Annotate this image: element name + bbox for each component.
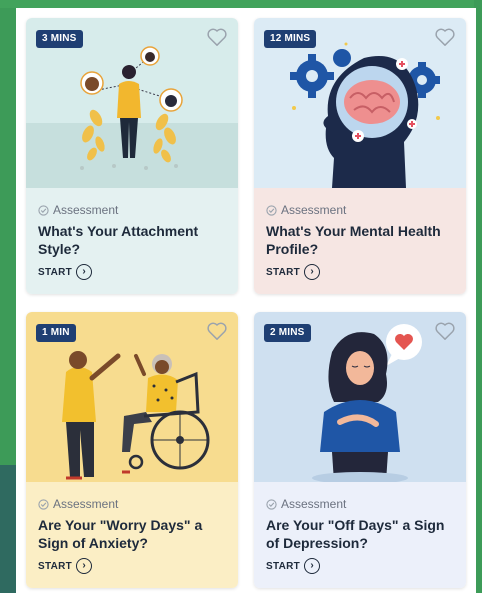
card-title[interactable]: What's Your Attachment Style?	[38, 222, 226, 258]
check-circle-icon	[38, 204, 49, 216]
heart-outline-icon[interactable]	[434, 27, 456, 47]
card-title[interactable]: Are Your "Off Days" a Sign of Depression…	[266, 516, 454, 552]
assessment-type-label: Assessment	[53, 497, 119, 511]
assessment-type: Assessment	[38, 496, 226, 512]
assessment-card-depression[interactable]: 2 MINS Assessment Are Your "Off Days" a …	[254, 312, 466, 588]
assessment-type: Assessment	[38, 202, 226, 218]
start-button[interactable]: START ›	[266, 264, 454, 280]
assessment-grid: 3 MINS Assessment What's Your Attachment…	[16, 8, 476, 593]
background-band-top	[0, 0, 482, 8]
assessment-type-label: Assessment	[53, 203, 119, 217]
start-label: START	[266, 266, 301, 278]
duration-badge: 3 MINS	[36, 30, 83, 48]
heart-outline-icon[interactable]	[434, 321, 456, 341]
start-label: START	[38, 560, 73, 572]
check-circle-icon	[266, 498, 277, 510]
assessment-card-mental-health[interactable]: 12 MINS Assessment What's Your Mental He…	[254, 18, 466, 294]
card-body: Assessment Are Your "Off Days" a Sign of…	[254, 482, 466, 588]
people-connected-illustration: 3 MINS	[26, 18, 238, 188]
head-with-brain-illustration: 12 MINS	[254, 18, 466, 188]
duration-badge: 2 MINS	[264, 324, 311, 342]
card-body: Assessment Are Your "Worry Days" a Sign …	[26, 482, 238, 588]
caregiver-wheelchair-illustration: 1 MIN	[26, 312, 238, 482]
assessment-type-label: Assessment	[281, 203, 347, 217]
assessment-type-label: Assessment	[281, 497, 347, 511]
duration-badge: 1 MIN	[36, 324, 76, 342]
chevron-right-icon: ›	[304, 264, 321, 280]
card-body: Assessment What's Your Mental Health Pro…	[254, 188, 466, 294]
start-button[interactable]: START ›	[266, 558, 454, 574]
assessment-type: Assessment	[266, 496, 454, 512]
assessment-type: Assessment	[266, 202, 454, 218]
assessment-card-anxiety[interactable]: 1 MIN Assessment Are Your "Worry Days" a…	[26, 312, 238, 588]
card-title[interactable]: What's Your Mental Health Profile?	[266, 222, 454, 258]
card-title[interactable]: Are Your "Worry Days" a Sign of Anxiety?	[38, 516, 226, 552]
start-label: START	[266, 560, 301, 572]
heart-outline-icon[interactable]	[206, 321, 228, 341]
check-circle-icon	[38, 498, 49, 510]
chevron-right-icon: ›	[304, 558, 321, 574]
assessment-card-attachment[interactable]: 3 MINS Assessment What's Your Attachment…	[26, 18, 238, 294]
chevron-right-icon: ›	[76, 264, 93, 280]
start-label: START	[38, 266, 73, 278]
start-button[interactable]: START ›	[38, 558, 226, 574]
card-body: Assessment What's Your Attachment Style?…	[26, 188, 238, 294]
duration-badge: 12 MINS	[264, 30, 317, 48]
chevron-right-icon: ›	[76, 558, 93, 574]
start-button[interactable]: START ›	[38, 264, 226, 280]
woman-hand-on-heart-illustration: 2 MINS	[254, 312, 466, 482]
heart-outline-icon[interactable]	[206, 27, 228, 47]
check-circle-icon	[266, 204, 277, 216]
